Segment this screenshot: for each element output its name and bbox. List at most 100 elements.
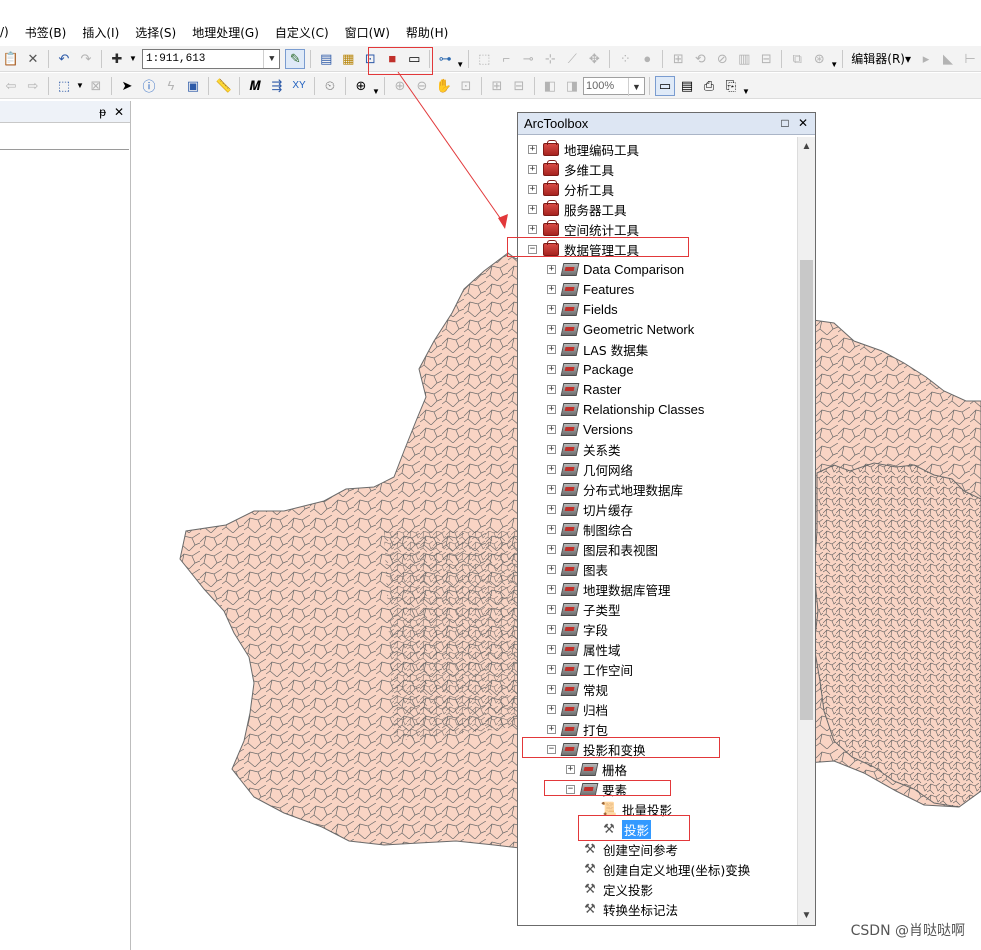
expand-icon[interactable]: + [547,544,556,554]
tree-item-subtypes[interactable]: + 子类型 [547,599,621,619]
catalog-icon[interactable]: ▦ [338,49,358,69]
expand-icon[interactable]: + [547,384,556,394]
tree-item-analysis-tools[interactable]: + 分析工具 [528,179,614,199]
sketch-properties-icon[interactable]: ● [637,49,657,69]
tree-item-geometric-network-cn[interactable]: + 几何网络 [547,459,633,479]
expand-icon[interactable]: + [547,644,556,654]
chevron-down-icon[interactable]: ▼ [628,77,644,96]
tree-item-spatial-statistics-tools[interactable]: + 空间统计工具 [528,219,639,239]
scroll-up-icon[interactable]: ▲ [798,138,815,155]
select-features-icon[interactable]: ⬚ [54,76,74,96]
expand-icon[interactable]: + [547,364,556,374]
tree-item-tile-cache[interactable]: + 切片缓存 [547,499,633,519]
expand-icon[interactable]: + [547,344,556,354]
find-binoculars-icon[interactable]: 𝑴 [245,76,265,96]
find-route-icon[interactable]: ⇶ [267,76,287,96]
expand-icon[interactable]: + [547,604,556,614]
tree-item-convert-coordinate-notation[interactable]: ⚒ 转换坐标记法 [581,899,678,919]
table-of-contents-icon[interactable]: ▤ [316,49,336,69]
expand-icon[interactable]: + [547,704,556,714]
point-icon[interactable]: ✥ [584,49,604,69]
next-extent-page-icon[interactable]: ◨ [562,76,582,96]
expand-icon[interactable]: + [547,424,556,434]
map-scale-combobox[interactable]: 1:911,613 ▼ [142,48,281,69]
expand-icon[interactable]: + [547,504,556,514]
tree-item-relationship-classes[interactable]: + Relationship Classes [547,399,704,419]
zoom-whole-page-icon[interactable]: ⊡ [456,76,476,96]
toc-layer-list[interactable] [0,149,129,949]
zoom-in-page-icon[interactable]: ⊕ [390,76,410,96]
tree-item-layers-and-table-views[interactable]: + 图层和表视图 [547,539,658,559]
tree-item-define-projection[interactable]: ⚒ 定义投影 [581,879,653,899]
data-driven-pages-icon[interactable]: ⎘ [721,76,741,96]
tree-item-package[interactable]: + Package [547,359,634,379]
edit-vertices-icon[interactable]: ⌐ [496,49,516,69]
back-extent-icon[interactable]: ⇦ [1,76,21,96]
tree-item-geodatabase-administration[interactable]: + 地理数据库管理 [547,579,671,599]
scroll-down-icon[interactable]: ▼ [798,907,815,924]
expand-icon[interactable]: + [547,724,556,734]
toolbar-overflow-icon[interactable]: ▼ [830,49,838,69]
menu-bookmarks[interactable]: 书签(B) [17,24,75,41]
menu-view[interactable]: /) [0,25,17,39]
clear-selection-icon[interactable]: ⊠ [86,76,106,96]
pan-page-icon[interactable]: ✋ [434,76,454,96]
attributes-icon[interactable]: ▥ [734,49,754,69]
tree-item-fields-cn[interactable]: + 字段 [547,619,608,639]
edit-pointer-icon[interactable]: ▸ [916,49,936,69]
menu-help[interactable]: 帮助(H) [398,24,456,41]
trace-icon[interactable]: ⟋ [562,49,582,69]
endpoint-arc-icon[interactable]: ⊹ [540,49,560,69]
expand-icon[interactable]: + [547,304,556,314]
close-icon[interactable]: ✕ [114,105,124,119]
more-editor-icon[interactable]: ⊢ [960,49,980,69]
hyperlink-icon[interactable]: ϟ [161,76,181,96]
expand-icon[interactable]: + [528,164,537,174]
straight-segment-icon[interactable]: ⊸ [518,49,538,69]
tree-item-features[interactable]: + Features [547,279,634,299]
add-data-dropdown-icon[interactable]: ▼ [129,49,137,69]
menu-selection[interactable]: 选择(S) [127,24,184,41]
tree-item-geometric-network[interactable]: + Geometric Network [547,319,694,339]
expand-icon[interactable]: + [547,624,556,634]
redo-icon[interactable]: ↷ [76,49,96,69]
paste-icon[interactable]: 📋 [1,49,21,69]
toolbar-overflow-icon[interactable]: ▼ [456,49,464,69]
expand-icon[interactable]: + [547,404,556,414]
expand-icon[interactable]: + [547,444,556,454]
menu-insert[interactable]: 插入(I) [74,24,127,41]
expand-icon[interactable]: + [528,224,537,234]
expand-icon[interactable]: + [547,264,556,274]
menu-windows[interactable]: 窗口(W) [337,24,398,41]
html-popup-icon[interactable]: ▣ [183,76,203,96]
expand-icon[interactable]: + [547,564,556,574]
model-builder-icon[interactable]: ⊶ [435,49,455,69]
expand-icon[interactable]: + [547,664,556,674]
arctoolbox-title-bar[interactable]: ArcToolbox □ ✕ [518,113,815,135]
tree-item-raster[interactable]: + Raster [547,379,621,399]
expand-icon[interactable]: + [528,184,537,194]
forward-extent-icon[interactable]: ⇨ [23,76,43,96]
tree-item-graph[interactable]: + 图表 [547,559,608,579]
tree-item-las-dataset[interactable]: + LAS 数据集 [547,339,648,359]
tree-item-versions[interactable]: + Versions [547,419,633,439]
edit-annotation-icon[interactable]: ⊛ [809,49,829,69]
add-data-icon[interactable]: ✚ [107,49,127,69]
tree-item-workspace[interactable]: + 工作空间 [547,659,633,679]
delete-icon[interactable]: ✕ [23,49,43,69]
tree-item-raster-cn[interactable]: + 栅格 [566,759,627,779]
expand-icon[interactable]: + [547,684,556,694]
close-icon[interactable]: ✕ [795,115,811,131]
menu-geoprocessing[interactable]: 地理处理(G) [184,24,267,41]
zoom-out-page-icon[interactable]: ⊖ [412,76,432,96]
topology-icon[interactable]: ⧉ [787,49,807,69]
expand-icon[interactable]: + [547,484,556,494]
expand-icon[interactable]: + [528,204,537,214]
zoom-100-icon[interactable]: ⊞ [487,76,507,96]
go-to-xy-icon[interactable]: XY [289,76,309,96]
edit-tool-icon[interactable]: ⬚ [474,49,494,69]
previous-extent-page-icon[interactable]: ◧ [540,76,560,96]
edit-vertices-pointer-icon[interactable]: ◣ [938,49,958,69]
identify-icon[interactable]: ⓘ [139,76,159,96]
change-layout-icon[interactable]: ⎙ [699,76,719,96]
